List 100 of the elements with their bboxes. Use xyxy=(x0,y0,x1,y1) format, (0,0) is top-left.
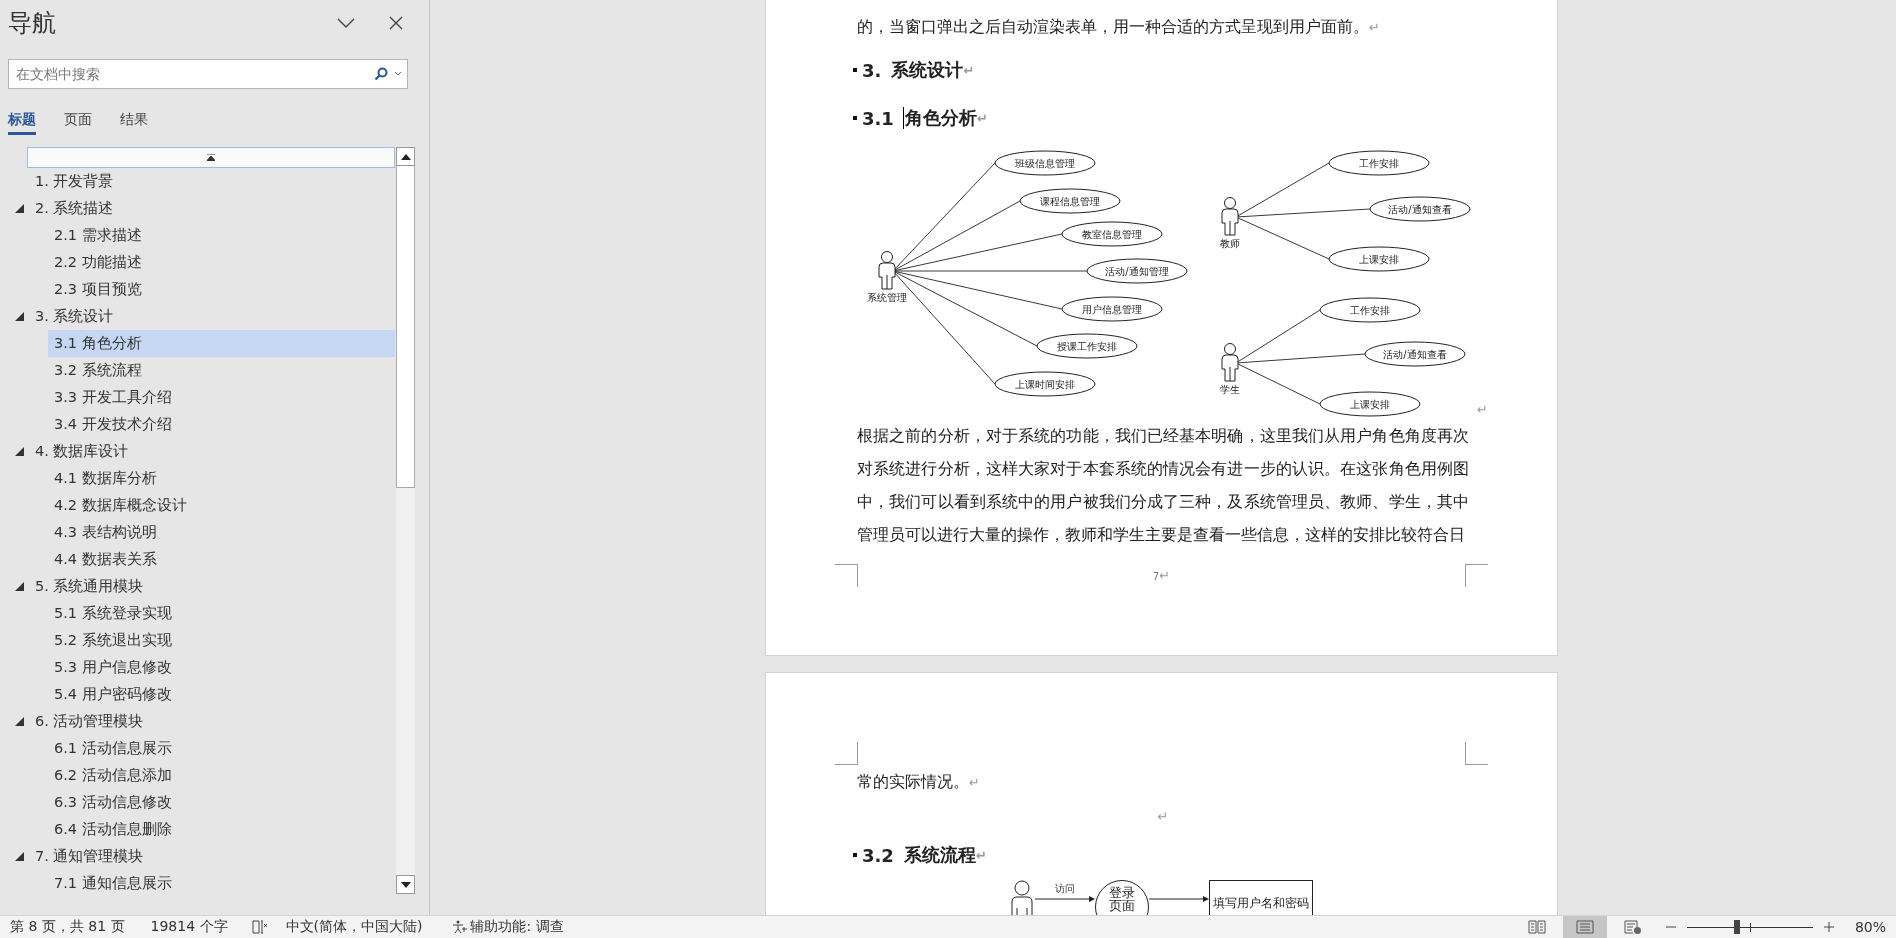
heading-text: 系统设计 xyxy=(891,58,964,82)
heading-item[interactable]: 4. 数据库设计 xyxy=(13,438,395,465)
scroll-down-button[interactable] xyxy=(396,875,415,894)
scrollbar[interactable] xyxy=(396,147,415,894)
accessibility-status[interactable]: 辅助功能: 调查 xyxy=(470,918,564,936)
heading-bullet-icon xyxy=(853,116,857,120)
nav-tab[interactable]: 结果 xyxy=(120,108,148,132)
search-box[interactable]: 在文档中搜索 xyxy=(8,59,408,89)
search-icon[interactable] xyxy=(374,67,388,81)
close-icon[interactable] xyxy=(389,16,403,30)
heading-item[interactable]: 7.1 通知信息展示 xyxy=(48,870,395,897)
zoom-level[interactable]: 80% xyxy=(1854,919,1886,935)
language-status[interactable]: 中文(简体，中国大陆) xyxy=(285,918,423,936)
heading-item[interactable]: 6.4 活动信息删除 xyxy=(48,816,395,843)
scroll-thumb[interactable] xyxy=(396,166,415,488)
use-case-oval: 上课时间安排 xyxy=(994,371,1096,397)
pane-title: 导航 xyxy=(8,8,57,39)
heading-number: 3. xyxy=(862,59,882,81)
heading-item[interactable]: 1. 开发背景 xyxy=(13,168,395,195)
expanded-triangle-icon[interactable] xyxy=(15,312,24,321)
use-case-oval: 教室信息管理 xyxy=(1061,221,1163,247)
heading-item[interactable]: 2.3 项目预览 xyxy=(48,276,395,303)
zoom-slider[interactable] xyxy=(1686,920,1813,934)
heading-item[interactable]: 3.4 开发技术介绍 xyxy=(48,411,395,438)
actor-label: 学生 xyxy=(1220,384,1240,395)
use-case-oval: 上课安排 xyxy=(1319,391,1421,417)
heading-item[interactable]: 2.1 需求描述 xyxy=(48,222,395,249)
heading-item[interactable]: 5. 系统通用模块 xyxy=(13,573,395,600)
use-case-oval: 授课工作安排 xyxy=(1036,333,1138,359)
heading-item[interactable]: 4.3 表结构说明 xyxy=(48,519,395,546)
page-lines-icon xyxy=(1575,920,1594,934)
body-text: 常的实际情况。 xyxy=(857,772,969,791)
expanded-triangle-icon[interactable] xyxy=(15,717,24,726)
heading-item[interactable]: 2. 系统描述 xyxy=(13,195,395,222)
heading-item[interactable]: 6.2 活动信息添加 xyxy=(48,762,395,789)
heading-item[interactable]: 4.1 数据库分析 xyxy=(48,465,395,492)
text-cursor xyxy=(902,107,904,129)
zoom-in-icon[interactable] xyxy=(1822,921,1835,933)
expanded-triangle-icon[interactable] xyxy=(15,582,24,591)
use-case-oval: 班级信息管理 xyxy=(994,150,1096,176)
heading-item[interactable]: 7. 通知管理模块 xyxy=(13,843,395,870)
page-count[interactable]: 第 8 页，共 81 页 xyxy=(10,918,125,936)
heading-item[interactable]: 3.1 角色分析 xyxy=(48,330,395,357)
use-case-oval: 用户信息管理 xyxy=(1061,296,1163,322)
triangle-down-icon xyxy=(400,881,411,888)
heading-item[interactable]: 5.3 用户信息修改 xyxy=(48,654,395,681)
use-case-oval: 活动/通知查看 xyxy=(1369,196,1471,222)
heading-item[interactable]: 5.2 系统退出实现 xyxy=(48,627,395,654)
accessibility-icon[interactable] xyxy=(452,920,469,934)
use-case-oval: 工作安排 xyxy=(1328,150,1430,176)
expanded-triangle-icon[interactable] xyxy=(15,852,24,861)
heading-item[interactable]: 6. 活动管理模块 xyxy=(13,708,395,735)
caret-icon[interactable] xyxy=(394,71,402,77)
nav-tab[interactable]: 页面 xyxy=(64,108,92,132)
heading-item[interactable]: 6.1 活动信息展示 xyxy=(48,735,395,762)
paragraph-mark: ↵ xyxy=(975,847,987,863)
heading-item[interactable]: 5.4 用户密码修改 xyxy=(48,681,395,708)
paragraph-mark: ↵ xyxy=(963,62,975,78)
heading-text: 角色分析 xyxy=(904,106,977,130)
arrow-label: 访问 xyxy=(1055,883,1075,895)
person-figure-icon xyxy=(1221,197,1239,236)
word-count[interactable]: 19814 个字 xyxy=(150,918,228,936)
person-figure-icon xyxy=(1221,343,1239,382)
arrow-icon xyxy=(1035,895,1095,903)
heading-item[interactable]: 5.1 系统登录实现 xyxy=(48,600,395,627)
heading-item[interactable]: 3.3 开发工具介绍 xyxy=(48,384,395,411)
collapse-up-icon xyxy=(207,154,215,161)
open-book-icon xyxy=(1527,920,1546,934)
nav-tab[interactable]: 标题 xyxy=(8,108,36,135)
scroll-up-button[interactable] xyxy=(396,147,415,166)
heading-item[interactable]: 4.2 数据库概念设计 xyxy=(48,492,395,519)
heading-item[interactable]: 3.2 系统流程 xyxy=(48,357,395,384)
expanded-triangle-icon[interactable] xyxy=(15,204,24,213)
use-case-oval: 活动/通知管理 xyxy=(1086,258,1188,284)
body-text: 的，当窗口弹出之后自动渲染表单，用一种合适的方式呈现到用户面前。 xyxy=(857,17,1369,36)
actor-label: 教师 xyxy=(1220,238,1240,249)
heading-bullet-icon xyxy=(853,853,857,857)
heading-item[interactable]: 3. 系统设计 xyxy=(13,303,395,330)
expanded-triangle-icon[interactable] xyxy=(15,447,24,456)
heading-item[interactable]: 6.3 活动信息修改 xyxy=(48,789,395,816)
search-field[interactable]: 在文档中搜索 xyxy=(16,66,368,82)
paragraph-mark: ↵ xyxy=(969,775,980,790)
crop-mark xyxy=(835,564,858,587)
person-figure-icon xyxy=(878,251,896,290)
chevron-down-icon[interactable] xyxy=(337,17,355,29)
heading-number: 3.1 xyxy=(862,107,894,129)
heading-item[interactable]: 4.4 数据表关系 xyxy=(48,546,395,573)
heading-item[interactable]: 2.2 功能描述 xyxy=(48,249,395,276)
use-case-oval: 工作安排 xyxy=(1319,297,1421,323)
use-case-oval: 上课安排 xyxy=(1328,246,1430,272)
web-page-icon xyxy=(1623,920,1642,934)
heading-text: 系统流程 xyxy=(903,843,976,867)
crop-mark xyxy=(1465,564,1488,587)
triangle-up-icon xyxy=(400,153,411,160)
zoom-slider-thumb[interactable] xyxy=(1734,920,1741,934)
proofing-icon[interactable] xyxy=(251,920,268,934)
print-layout-button[interactable] xyxy=(1562,915,1607,938)
body-text: 根据之前的分析，对于系统的功能，我们已经基本明确，这里我们从用户角色角度再次对系统进行分析，这样大家对于本套系统的情况会有进一步的认识。在这张角色用例图中，我们可以看到系统中的用户被我们分成了三种，及系统管理员、教师、学生，其中管理员可以进行大量的操作，教师和学生主要是查看一些信息，这样的安排比较符合日 xyxy=(857,426,1469,544)
crop-mark xyxy=(1465,742,1488,765)
use-case-oval: 课程信息管理 xyxy=(1019,188,1121,214)
